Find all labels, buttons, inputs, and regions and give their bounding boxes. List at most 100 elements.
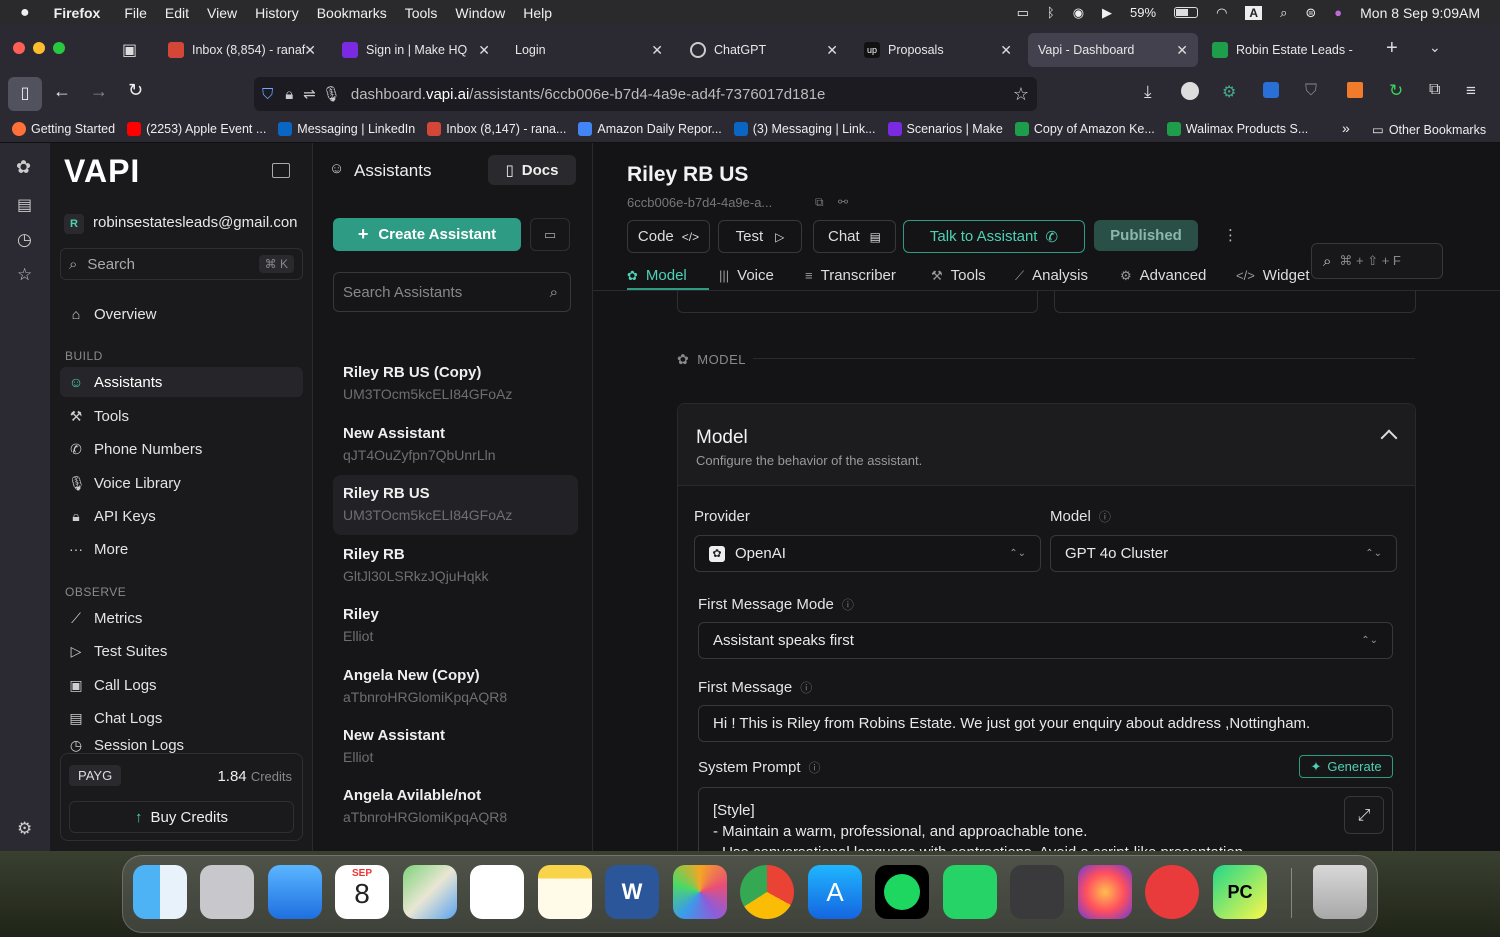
create-assistant-button[interactable]: + Create Assistant [333, 218, 521, 251]
search-assistants-input[interactable]: Search Assistants ⌕ [333, 272, 571, 312]
sidebar-item-tools[interactable]: ⚒ Tools [60, 401, 303, 431]
tab-gmail[interactable]: Inbox (8,854) - ranaf ✕ [158, 33, 326, 67]
list-item[interactable]: New Assistant qJT4OuZyfpn7QbUnrLln [333, 415, 578, 475]
sidebar-item-call-logs[interactable]: ▣ Call Logs [60, 670, 303, 700]
tab-model[interactable]: ✿ Model [627, 267, 687, 284]
trash-icon[interactable] [1313, 865, 1367, 919]
chrome-icon[interactable] [740, 865, 794, 919]
whatsapp-icon[interactable] [943, 865, 997, 919]
sidebar-item-overview[interactable]: ⌂ Overview [60, 299, 303, 329]
more-options-icon[interactable]: ⋮ [1223, 226, 1238, 244]
lock-icon[interactable]: 🔒︎ [285, 86, 293, 103]
photos-icon[interactable] [673, 865, 727, 919]
sidebar-item-test-suites[interactable]: ▷ Test Suites [60, 636, 303, 666]
tracking-shield-icon[interactable]: ⛉ [262, 86, 273, 103]
sidebar-item-more[interactable]: ··· More [60, 534, 303, 564]
siri-icon[interactable]: ● [1334, 5, 1342, 20]
control-center-icon[interactable]: ⊜ [1305, 5, 1316, 21]
menu-icon[interactable]: ≡ [1466, 81, 1476, 101]
spotify-icon[interactable] [875, 865, 929, 919]
published-button[interactable]: Published [1094, 220, 1198, 251]
menu-tools[interactable]: Tools [405, 5, 438, 21]
close-tab-icon[interactable]: ✕ [478, 42, 490, 59]
wifi-icon[interactable]: ◠ [1216, 5, 1227, 21]
tab-login[interactable]: Login ✕ [505, 33, 673, 67]
customize-sidebar-icon[interactable]: ⚙ [17, 819, 32, 839]
extension-2-icon[interactable]: ⚙ [1222, 82, 1236, 102]
menu-history[interactable]: History [255, 5, 299, 21]
chat-button[interactable]: Chat ▤ [813, 220, 896, 253]
sidebar-item-chat-logs[interactable]: ▤ Chat Logs [60, 703, 303, 733]
tab-vapi-dashboard[interactable]: Vapi - Dashboard ✕ [1028, 33, 1198, 67]
collapse-sidebar-icon[interactable] [272, 163, 290, 178]
list-item[interactable]: Angela New (Copy) aTbnroHRGlomiKpqAQR8 [333, 657, 578, 717]
sidebar-item-voice-library[interactable]: 🎙︎ Voice Library [60, 468, 303, 498]
extension-5-icon[interactable]: ↻ [1389, 81, 1403, 101]
calculator-icon[interactable] [1010, 865, 1064, 919]
menu-help[interactable]: Help [523, 5, 552, 21]
bookmark-getting-started[interactable]: Getting Started [12, 121, 115, 136]
list-item-selected[interactable]: Riley RB US UM3TOcm5kcELI84GFoAz [333, 475, 578, 535]
sidebar-item-assistants[interactable]: ☺ Assistants [60, 367, 303, 397]
extensions-icon[interactable]: ⧉ [1429, 81, 1440, 99]
model-select[interactable]: GPT 4o Cluster ⌃⌄ [1050, 535, 1397, 572]
maps-icon[interactable] [403, 865, 457, 919]
account-email[interactable]: robinsestatesleads@gmail.con [93, 214, 305, 231]
tab-chatgpt[interactable]: ChatGPT ✕ [680, 33, 848, 67]
sidebar-toggle-icon[interactable]: ▯ [8, 77, 42, 111]
close-tab-icon[interactable]: ✕ [1000, 42, 1012, 59]
bookmark-linkedin[interactable]: Messaging | LinkedIn [278, 121, 415, 136]
bookmark-amazon-report[interactable]: Amazon Daily Repor... [578, 121, 722, 136]
sidebar-item-phone-numbers[interactable]: ✆ Phone Numbers [60, 434, 303, 464]
firefox-icon[interactable] [1078, 865, 1132, 919]
tab-transcriber[interactable]: ≡ Transcriber [805, 267, 896, 284]
ublock-icon[interactable]: ⛉ [1305, 82, 1317, 100]
bluetooth-icon[interactable]: ᛒ [1047, 5, 1055, 20]
close-tab-icon[interactable]: ✕ [304, 42, 316, 59]
tab-voice[interactable]: ||| Voice [719, 267, 774, 284]
sidebar-item-metrics[interactable]: ⟋ Metrics [60, 603, 303, 633]
buy-credits-button[interactable]: ↑ Buy Credits [69, 801, 294, 833]
extension-4-icon[interactable] [1347, 82, 1363, 98]
new-folder-button[interactable]: ▭ [530, 218, 570, 251]
accessibility-icon[interactable]: ◉ [1073, 5, 1084, 21]
bookmark-inbox[interactable]: Inbox (8,147) - rana... [427, 121, 566, 136]
list-item[interactable]: Angela Avilable/not aTbnroHRGlomiKpqAQR8 [333, 777, 578, 837]
code-button[interactable]: Code </> [627, 220, 710, 253]
forward-icon[interactable]: → [90, 81, 108, 102]
apple-icon[interactable]: ● [20, 4, 30, 22]
mail-icon[interactable] [268, 865, 322, 919]
finder-icon[interactable] [133, 865, 187, 919]
collapse-chevron-icon[interactable] [1380, 429, 1398, 447]
permissions-icon[interactable]: ⇌ [303, 85, 316, 103]
launchpad-icon[interactable] [200, 865, 254, 919]
tab-robin-estate[interactable]: Robin Estate Leads - [1202, 33, 1370, 67]
list-item[interactable]: Riley Elliot [333, 596, 578, 656]
calendar-icon[interactable]: SEP 8 [335, 865, 389, 919]
menu-view[interactable]: View [207, 5, 237, 21]
bookmark-star-icon[interactable]: ☆ [1013, 84, 1029, 105]
list-item[interactable]: New Assistant Elliot [333, 717, 578, 777]
input-source[interactable]: A [1245, 5, 1263, 20]
bookmark-apple-event[interactable]: (2253) Apple Event ... [127, 121, 266, 136]
clock[interactable]: Mon 8 Sep 9:09AM [1360, 5, 1480, 21]
docs-button[interactable]: ▯ Docs [488, 155, 576, 185]
bookmark-linkedin-messaging[interactable]: (3) Messaging | Link... [733, 121, 876, 136]
test-button[interactable]: Test ▷ [718, 220, 802, 253]
tab-tools[interactable]: ⚒ Tools [931, 267, 986, 284]
close-tab-icon[interactable]: ✕ [651, 42, 663, 59]
bookmarks-star-icon[interactable]: ☆ [17, 265, 32, 285]
tab-advanced[interactable]: ⚙ Advanced [1120, 267, 1206, 284]
minimize-window-button[interactable] [33, 42, 45, 54]
extension-3-icon[interactable] [1263, 82, 1279, 98]
model-card-header[interactable]: Model Configure the behavior of the assi… [678, 404, 1415, 486]
bookmark-walimax[interactable]: Walimax Products S... [1166, 121, 1308, 136]
vapi-logo[interactable]: VAPI [64, 153, 140, 190]
ticktick-icon[interactable] [1145, 865, 1199, 919]
tab-analysis[interactable]: ⟋ Analysis [1015, 267, 1088, 284]
generate-button[interactable]: ✦ Generate [1299, 755, 1393, 778]
talk-to-assistant-button[interactable]: Talk to Assistant ✆ [903, 220, 1085, 253]
downloads-icon[interactable]: ⤓ [1144, 82, 1152, 102]
copy-id-icon[interactable]: ⧉ [815, 195, 824, 210]
battery-icon[interactable] [1174, 7, 1199, 18]
